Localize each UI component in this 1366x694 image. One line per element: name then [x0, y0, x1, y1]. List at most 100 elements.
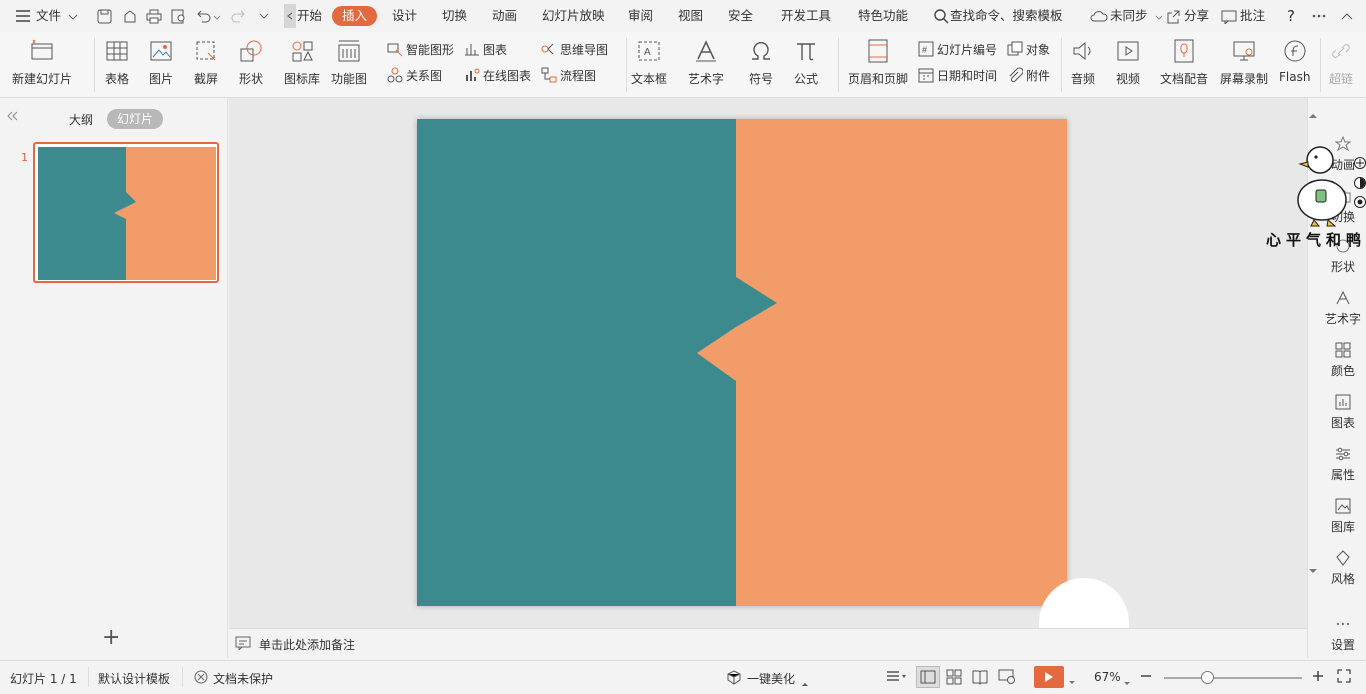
zoom-level[interactable]: 67%	[1094, 670, 1121, 684]
tab-insert[interactable]: 插入	[332, 6, 378, 26]
doc-voice-button[interactable]: 文档配音	[1160, 38, 1208, 87]
share-doc-icon[interactable]	[120, 7, 138, 25]
mindmap-button[interactable]: 思维导图	[541, 40, 608, 58]
sidebar-item-wordart[interactable]: 艺术字	[1320, 288, 1366, 327]
tab-animation[interactable]: 动画	[492, 6, 517, 26]
play-dropdown-icon[interactable]	[1068, 674, 1076, 688]
sorter-view-icon[interactable]	[946, 669, 962, 688]
tab-security[interactable]: 安全	[728, 6, 753, 26]
zoom-slider-track[interactable]	[1164, 677, 1302, 679]
tab-slides[interactable]: 幻灯片	[107, 109, 164, 129]
datetime-button[interactable]: 日期和时间	[918, 66, 997, 84]
design-template[interactable]: 默认设计模板	[98, 670, 170, 687]
share-button[interactable]: 分享	[1184, 6, 1209, 26]
divider	[1061, 38, 1062, 92]
screen-record-icon	[1231, 38, 1257, 64]
collapse-panel-icon[interactable]	[6, 110, 18, 124]
function-chart-button[interactable]: 功能图	[331, 38, 367, 87]
scroll-down-icon[interactable]	[1308, 563, 1320, 573]
zoom-slider-handle[interactable]	[1201, 671, 1214, 684]
tab-transition[interactable]: 切换	[442, 6, 467, 26]
beautify-dropdown-icon[interactable]	[802, 675, 808, 689]
protect-status[interactable]: 文档未保护	[213, 670, 273, 687]
tab-design[interactable]: 设计	[392, 6, 417, 26]
relation-button[interactable]: 关系图	[387, 66, 442, 84]
chevron-down-icon[interactable]	[64, 8, 82, 26]
zoom-out-icon[interactable]	[1140, 670, 1152, 685]
wordart-button[interactable]: 艺术字	[688, 38, 724, 87]
undo-dropdown-icon[interactable]	[208, 9, 226, 27]
beautify-button[interactable]: 一键美化	[747, 670, 795, 687]
print-icon[interactable]	[145, 7, 163, 25]
tab-developer[interactable]: 开发工具	[781, 6, 831, 26]
notes-placeholder[interactable]: 单击此处添加备注	[259, 636, 355, 653]
header-footer-button[interactable]: 页眉和页脚	[848, 38, 908, 87]
new-slide-button[interactable]: 新建幻灯片	[12, 38, 72, 87]
chart-button[interactable]: 图表	[464, 40, 507, 58]
cloud-sync-icon	[1090, 7, 1108, 25]
online-chart-button[interactable]: 在线图表	[464, 66, 531, 84]
reading-view-icon[interactable]	[972, 669, 988, 688]
sliders-icon	[1333, 444, 1353, 464]
gallery-icon	[1333, 496, 1353, 516]
sidebar-item-style[interactable]: 风格	[1320, 548, 1366, 587]
hyperlink-button[interactable]: 超链	[1328, 38, 1354, 87]
video-button[interactable]: 视频	[1115, 38, 1141, 87]
sidebar-item-gallery[interactable]: 图库	[1320, 496, 1366, 535]
zoom-in-icon[interactable]	[1312, 670, 1324, 685]
sidebar-item-settings[interactable]: 设置	[1320, 614, 1366, 653]
sync-status[interactable]: 未同步	[1110, 6, 1148, 26]
save-icon[interactable]	[95, 7, 113, 25]
icon-library-button[interactable]: 图标库	[284, 38, 320, 87]
smart-art-button[interactable]: 智能图形	[387, 40, 454, 58]
audio-button[interactable]: 音频	[1070, 38, 1096, 87]
divider	[838, 38, 839, 92]
divider	[94, 38, 95, 92]
formula-button[interactable]: 公式	[793, 38, 819, 87]
picture-button[interactable]: 图片	[148, 38, 174, 87]
hamburger-icon[interactable]	[14, 7, 32, 25]
print-preview-icon[interactable]	[170, 7, 188, 25]
screenshot-button[interactable]: 截屏	[193, 38, 219, 87]
screen-record-button[interactable]: 屏幕录制	[1220, 38, 1268, 87]
tab-slideshow[interactable]: 幻灯片放映	[542, 6, 605, 26]
textbox-button[interactable]: A 文本框	[631, 38, 667, 87]
slide-main[interactable]	[417, 119, 1067, 606]
sidebar-item-color[interactable]: 颜色	[1320, 340, 1366, 379]
presenter-view-icon[interactable]	[998, 669, 1016, 688]
flash-button[interactable]: Flash	[1279, 38, 1310, 84]
notes-area[interactable]: 单击此处添加备注	[229, 628, 1307, 658]
shape-button[interactable]: 形状	[238, 38, 264, 87]
customize-dropdown-icon[interactable]	[255, 7, 273, 25]
tab-scroll-left-icon[interactable]	[284, 4, 296, 28]
sidebar-item-chart[interactable]: 图表	[1320, 392, 1366, 431]
attachment-button[interactable]: 附件	[1007, 66, 1050, 84]
more-icon[interactable]	[1310, 7, 1328, 25]
slide-thumbnail[interactable]	[33, 142, 219, 283]
tab-home[interactable]: 开始	[297, 6, 322, 26]
microphone-icon	[1171, 38, 1197, 64]
zoom-dropdown-icon[interactable]	[1123, 675, 1131, 689]
play-slideshow-button[interactable]	[1034, 666, 1064, 688]
help-button[interactable]: ?	[1287, 6, 1295, 26]
add-slide-button[interactable]: +	[102, 627, 120, 649]
file-menu[interactable]: 文件	[36, 6, 61, 26]
slide-number-button[interactable]: # 幻灯片编号	[918, 40, 997, 58]
normal-view-icon[interactable]	[916, 666, 940, 688]
redo-icon[interactable]	[229, 7, 247, 25]
sidebar-item-properties[interactable]: 属性	[1320, 444, 1366, 483]
symbol-button[interactable]: 符号	[748, 38, 774, 87]
tab-view[interactable]: 视图	[678, 6, 703, 26]
comment-button[interactable]: 批注	[1240, 6, 1265, 26]
tab-outline[interactable]: 大纲	[69, 111, 93, 128]
notes-view-icon[interactable]	[886, 670, 908, 687]
flowchart-button[interactable]: 流程图	[541, 66, 596, 84]
fit-window-icon[interactable]	[1337, 669, 1351, 686]
scroll-up-icon[interactable]	[1308, 108, 1320, 118]
command-search[interactable]: 查找命令、搜索模板	[950, 6, 1063, 26]
tab-review[interactable]: 审阅	[628, 6, 653, 26]
tab-special[interactable]: 特色功能	[858, 6, 908, 26]
object-button[interactable]: 对象	[1007, 40, 1050, 58]
collapse-ribbon-icon[interactable]	[1338, 7, 1356, 25]
table-button[interactable]: 表格	[104, 38, 130, 87]
